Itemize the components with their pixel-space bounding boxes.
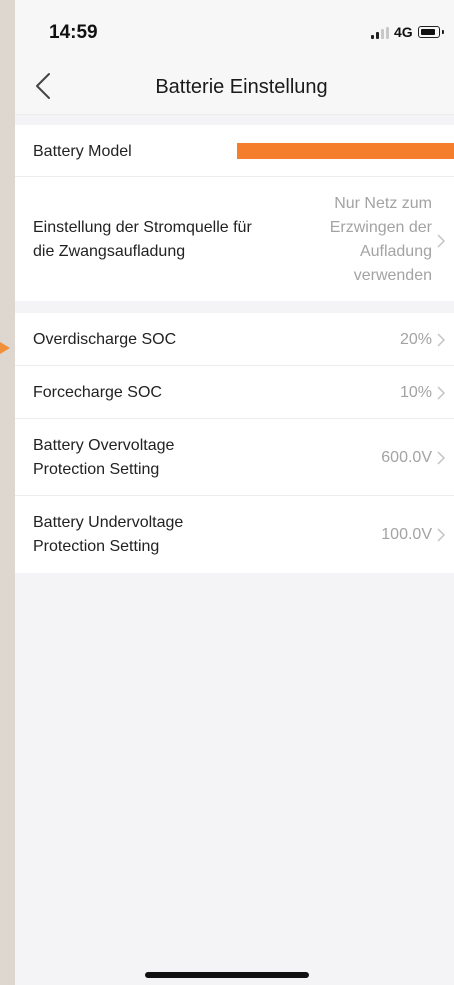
chevron-right-icon: [437, 451, 446, 465]
battery-config-group: Battery Model Einstellung der Stromquell…: [15, 125, 454, 301]
undervoltage-label-line1: Battery Undervoltage: [33, 514, 184, 531]
chevron-right-icon: [437, 333, 446, 347]
phone-screen: 14:59 4G Batterie Einstellung Battery Mo…: [15, 0, 454, 985]
forcecharge-soc-value: 10%: [399, 384, 432, 401]
page-title: Batterie Einstellung: [155, 76, 328, 98]
pointer-arrow-icon: [0, 342, 10, 354]
nav-bar: Batterie Einstellung: [15, 60, 454, 115]
home-indicator[interactable]: [145, 972, 309, 978]
forcecharge-soc-row[interactable]: Forcecharge SOC 10%: [15, 366, 454, 419]
power-source-value-line1: Nur Netz zum: [334, 195, 432, 212]
undervoltage-value: 100.0V: [381, 526, 432, 543]
overvoltage-protection-row[interactable]: Battery Overvoltage Protection Setting 6…: [15, 419, 454, 496]
overdischarge-soc-value: 20%: [399, 331, 432, 348]
chevron-right-icon: [437, 234, 446, 248]
battery-model-row[interactable]: Battery Model: [15, 125, 454, 177]
overdischarge-soc-label: Overdischarge SOC: [33, 331, 177, 348]
power-source-value-line2: Erzwingen der: [329, 219, 432, 236]
chevron-right-icon: [437, 528, 446, 542]
power-source-value-line3: Aufladung: [359, 243, 432, 260]
overvoltage-label-line1: Battery Overvoltage: [33, 437, 175, 454]
redaction-bar: [237, 143, 454, 159]
power-source-value-line4: verwenden: [353, 267, 432, 284]
overdischarge-soc-row[interactable]: Overdischarge SOC 20%: [15, 313, 454, 366]
battery-icon: [418, 26, 444, 38]
battery-model-label: Battery Model: [33, 143, 132, 160]
overvoltage-label-line2: Protection Setting: [33, 461, 160, 478]
overvoltage-value: 600.0V: [381, 449, 432, 466]
battery-limits-group: Overdischarge SOC 20% Forcecharge SOC 10…: [15, 313, 454, 573]
signal-strength-icon: [371, 27, 389, 39]
network-type: 4G: [394, 24, 413, 40]
undervoltage-label-line2: Protection Setting: [33, 538, 160, 555]
chevron-right-icon: [437, 386, 446, 400]
status-time: 14:59: [49, 22, 98, 43]
status-bar: 14:59 4G: [15, 0, 454, 60]
power-source-label-line2: die Zwangsaufladung: [33, 243, 186, 260]
power-source-row[interactable]: Einstellung der Stromquelle für die Zwan…: [15, 177, 454, 301]
forcecharge-soc-label: Forcecharge SOC: [33, 384, 162, 401]
undervoltage-protection-row[interactable]: Battery Undervoltage Protection Setting …: [15, 496, 454, 573]
power-source-label-line1: Einstellung der Stromquelle für: [33, 219, 252, 236]
